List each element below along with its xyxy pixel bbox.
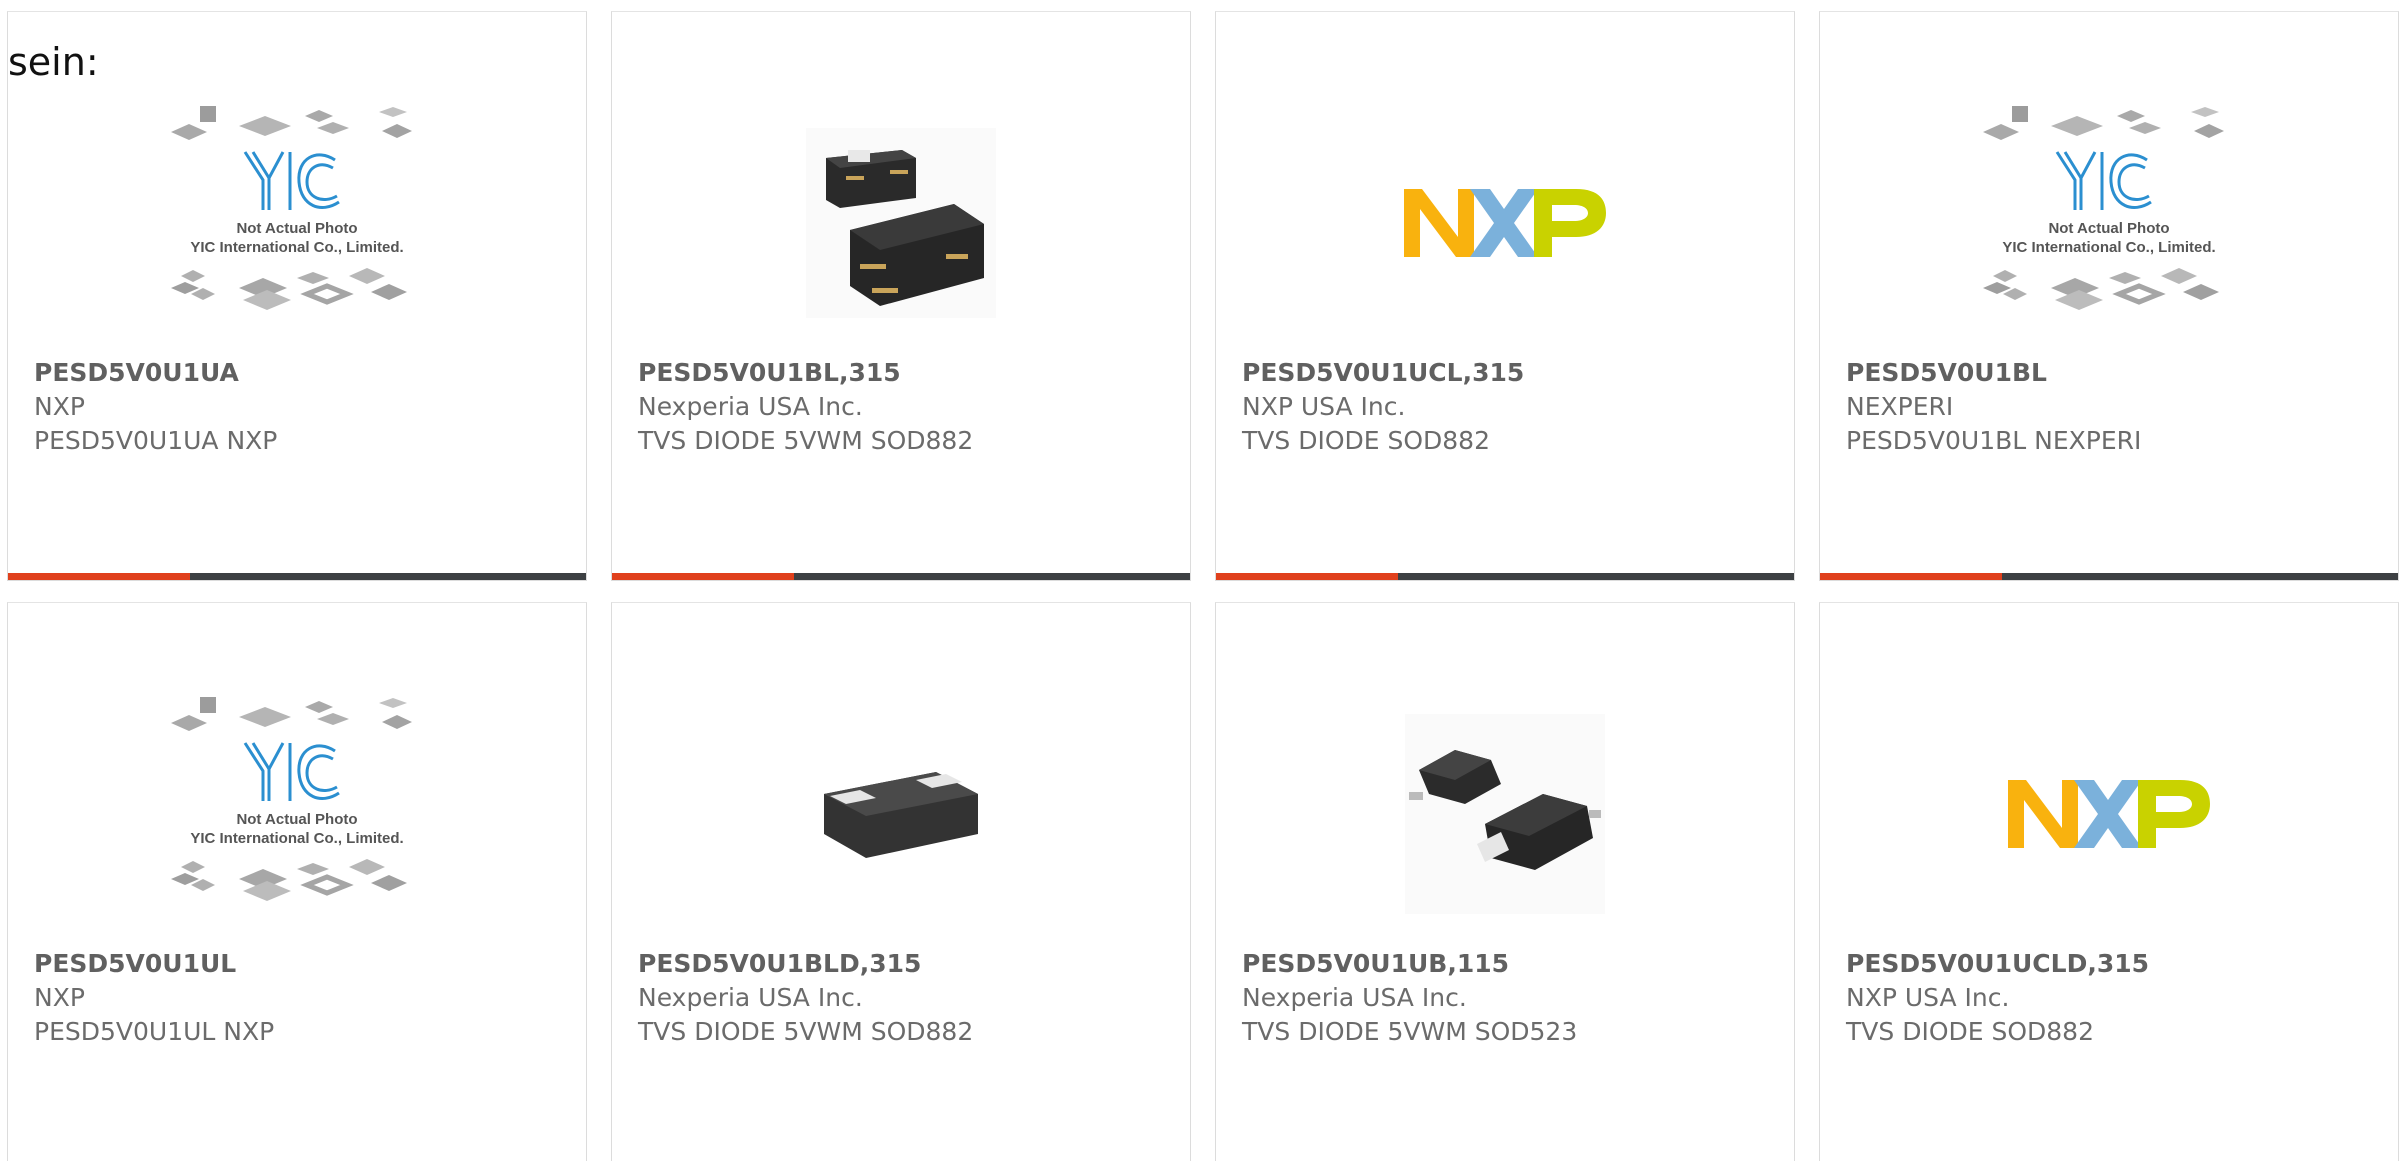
product-part-number[interactable]: PESD5V0U1BLD,315 bbox=[638, 947, 1170, 981]
product-description: TVS DIODE 5VWM SOD882 bbox=[638, 426, 974, 455]
product-card[interactable]: PESD5V0U1BLD,315 Nexperia USA Inc. TVS D… bbox=[611, 602, 1191, 1161]
card-accent-bar bbox=[612, 573, 1190, 580]
card-accent-bar bbox=[8, 573, 586, 580]
product-info: PESD5V0U1UCL,315 NXP USA Inc. TVS DIODE … bbox=[1242, 356, 1774, 458]
product-description: TVS DIODE SOD882 bbox=[1846, 1017, 2094, 1046]
product-description: TVS DIODE SOD882 bbox=[1242, 426, 1490, 455]
product-manufacturer: NXP USA Inc. bbox=[1242, 392, 1406, 421]
product-manufacturer: Nexperia USA Inc. bbox=[1242, 983, 1467, 1012]
product-info: PESD5V0U1UCLD,315 NXP USA Inc. TVS DIODE… bbox=[1846, 947, 2378, 1049]
product-info: PESD5V0U1BLD,315 Nexperia USA Inc. TVS D… bbox=[638, 947, 1170, 1049]
product-manufacturer: Nexperia USA Inc. bbox=[638, 983, 863, 1012]
product-card[interactable]: Not Actual Photo YIC International Co., … bbox=[7, 602, 587, 1161]
product-card[interactable]: PESD5V0U1UB,115 Nexperia USA Inc. TVS DI… bbox=[1215, 602, 1795, 1161]
product-description: PESD5V0U1UA NXP bbox=[34, 426, 278, 455]
product-image[interactable] bbox=[1216, 679, 1794, 949]
nxp-logo-image bbox=[2008, 780, 2210, 848]
product-part-number[interactable]: PESD5V0U1UB,115 bbox=[1242, 947, 1774, 981]
product-grid: Not Actual Photo YIC International Co., … bbox=[7, 11, 2400, 1161]
product-description: TVS DIODE 5VWM SOD523 bbox=[1242, 1017, 1578, 1046]
product-card[interactable]: PESD5V0U1UCL,315 NXP USA Inc. TVS DIODE … bbox=[1215, 11, 1795, 581]
product-part-number[interactable]: PESD5V0U1BL bbox=[1846, 356, 2378, 390]
card-accent-highlight bbox=[8, 573, 190, 580]
product-manufacturer: NXP bbox=[34, 983, 85, 1012]
product-card[interactable]: PESD5V0U1BL,315 Nexperia USA Inc. TVS DI… bbox=[611, 11, 1191, 581]
sod882-package-image bbox=[824, 772, 978, 858]
product-image[interactable] bbox=[1820, 679, 2398, 949]
placeholder-photo-image: Not Actual Photo YIC International Co., … bbox=[1983, 106, 2224, 310]
placeholder-line2: YIC International Co., Limited. bbox=[2002, 239, 2215, 256]
sod882-package-image bbox=[806, 128, 996, 318]
placeholder-line1: Not Actual Photo bbox=[236, 220, 357, 237]
product-image[interactable] bbox=[612, 679, 1190, 949]
product-manufacturer: NXP USA Inc. bbox=[1846, 983, 2010, 1012]
product-grid-page: sein: Not Actual Photo YIC International… bbox=[0, 0, 2400, 1161]
product-manufacturer: NXP bbox=[34, 392, 85, 421]
placeholder-line1: Not Actual Photo bbox=[236, 811, 357, 828]
card-accent-bar bbox=[1820, 573, 2398, 580]
product-info: PESD5V0U1UA NXP PESD5V0U1UA NXP bbox=[34, 356, 566, 458]
product-image[interactable]: Not Actual Photo YIC International Co., … bbox=[8, 679, 586, 949]
product-description: PESD5V0U1BL NEXPERI bbox=[1846, 426, 2142, 455]
product-info: PESD5V0U1UB,115 Nexperia USA Inc. TVS DI… bbox=[1242, 947, 1774, 1049]
product-manufacturer: NEXPERI bbox=[1846, 392, 1954, 421]
card-accent-highlight bbox=[612, 573, 794, 580]
product-image[interactable] bbox=[612, 88, 1190, 358]
intro-text: sein: bbox=[8, 40, 99, 84]
product-info: PESD5V0U1UL NXP PESD5V0U1UL NXP bbox=[34, 947, 566, 1049]
product-image[interactable] bbox=[1216, 88, 1794, 358]
product-part-number[interactable]: PESD5V0U1UL bbox=[34, 947, 566, 981]
product-description: TVS DIODE 5VWM SOD882 bbox=[638, 1017, 974, 1046]
product-card[interactable]: PESD5V0U1UCLD,315 NXP USA Inc. TVS DIODE… bbox=[1819, 602, 2399, 1161]
card-accent-bar bbox=[1216, 573, 1794, 580]
product-card[interactable]: Not Actual Photo YIC International Co., … bbox=[1819, 11, 2399, 581]
product-part-number[interactable]: PESD5V0U1UCL,315 bbox=[1242, 356, 1774, 390]
card-accent-highlight bbox=[1216, 573, 1398, 580]
card-accent-highlight bbox=[1820, 573, 2002, 580]
product-info: PESD5V0U1BL,315 Nexperia USA Inc. TVS DI… bbox=[638, 356, 1170, 458]
product-image[interactable]: Not Actual Photo YIC International Co., … bbox=[8, 88, 586, 358]
product-description: PESD5V0U1UL NXP bbox=[34, 1017, 275, 1046]
placeholder-line2: YIC International Co., Limited. bbox=[190, 830, 403, 847]
nxp-logo-image bbox=[1404, 189, 1606, 257]
product-part-number[interactable]: PESD5V0U1UCLD,315 bbox=[1846, 947, 2378, 981]
sod523-package-image bbox=[1405, 714, 1605, 914]
placeholder-photo-image: Not Actual Photo YIC International Co., … bbox=[171, 697, 412, 901]
placeholder-line2: YIC International Co., Limited. bbox=[190, 239, 403, 256]
product-image[interactable]: Not Actual Photo YIC International Co., … bbox=[1820, 88, 2398, 358]
product-card[interactable]: Not Actual Photo YIC International Co., … bbox=[7, 11, 587, 581]
product-part-number[interactable]: PESD5V0U1BL,315 bbox=[638, 356, 1170, 390]
product-info: PESD5V0U1BL NEXPERI PESD5V0U1BL NEXPERI bbox=[1846, 356, 2378, 458]
product-part-number[interactable]: PESD5V0U1UA bbox=[34, 356, 566, 390]
product-manufacturer: Nexperia USA Inc. bbox=[638, 392, 863, 421]
placeholder-line1: Not Actual Photo bbox=[2048, 220, 2169, 237]
placeholder-photo-image: Not Actual Photo YIC International Co., … bbox=[171, 106, 412, 310]
